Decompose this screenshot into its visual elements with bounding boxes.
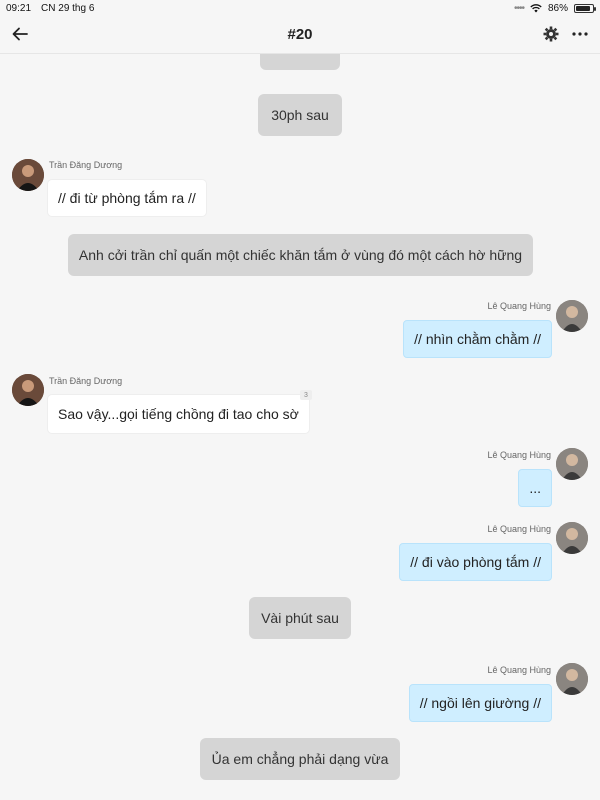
message-text: // nhìn chằm chằm // (414, 331, 541, 347)
sender-name: Trần Đăng Dương (49, 160, 123, 170)
message-bubble[interactable]: // đi vào phòng tắm // (399, 543, 552, 581)
narration-bubble: Anh cởi trần chỉ quấn một chiếc khăn tắm… (68, 234, 533, 276)
narration-bubble: Vài phút sau (249, 597, 351, 639)
message-bubble[interactable]: // ngồi lên giường // (408, 684, 552, 722)
avatar[interactable] (556, 448, 588, 480)
narration-bubble: Ủa em chẳng phải dạng vừa (200, 738, 400, 780)
narration-text: Anh cởi trần chỉ quấn một chiếc khăn tắm… (78, 247, 523, 263)
sender-name: Lê Quang Hùng (487, 301, 551, 311)
avatar[interactable] (556, 300, 588, 332)
avatar[interactable] (556, 663, 588, 695)
chat-area[interactable]: 30ph sau Trần Đăng Dương // đi từ phòng … (0, 54, 600, 800)
message-text: // đi từ phòng tắm ra // (58, 190, 196, 206)
message-bubble[interactable]: // đi từ phòng tắm ra // (48, 180, 206, 216)
sender-name: Lê Quang Hùng (487, 450, 551, 460)
narration-text: Ủa em chẳng phải dạng vừa (211, 751, 389, 767)
narration-bubble (260, 54, 340, 70)
status-time: 09:21 (6, 2, 32, 14)
reply-count-badge: 3 (300, 390, 312, 400)
message-text: // ngồi lên giường // (419, 695, 541, 711)
message-bubble[interactable]: ... (518, 469, 552, 507)
signal-icon: •••• (513, 2, 525, 14)
gear-icon[interactable] (542, 25, 560, 43)
chat-header: #20 (0, 16, 600, 54)
narration-text: Vài phút sau (261, 610, 339, 626)
message-bubble[interactable]: // nhìn chằm chằm // (403, 320, 552, 358)
wifi-icon (530, 3, 542, 12)
message-bubble[interactable]: Sao vậy...gọi tiếng chồng đi tao cho sờ (48, 395, 309, 433)
narration-bubble: 30ph sau (258, 94, 342, 136)
more-icon[interactable] (570, 25, 590, 43)
avatar[interactable] (12, 159, 44, 191)
battery-icon (574, 3, 596, 13)
message-text: ... (529, 480, 541, 496)
back-arrow-icon[interactable] (10, 24, 30, 44)
battery-percent: 86% (547, 2, 568, 14)
message-text: Sao vậy...gọi tiếng chồng đi tao cho sờ (58, 406, 299, 422)
sender-name: Trần Đăng Dương (49, 376, 123, 386)
avatar[interactable] (556, 522, 588, 554)
narration-text: 30ph sau (271, 107, 329, 123)
status-right: •••• 86% (513, 2, 596, 14)
status-bar: 09:21 CN 29 thg 6 •••• 86% (0, 0, 600, 16)
message-text: // đi vào phòng tắm // (410, 554, 541, 570)
sender-name: Lê Quang Hùng (487, 524, 551, 534)
chat-title: #20 (287, 26, 313, 43)
avatar[interactable] (12, 374, 44, 406)
sender-name: Lê Quang Hùng (487, 665, 551, 675)
status-date: CN 29 thg 6 (41, 2, 95, 14)
